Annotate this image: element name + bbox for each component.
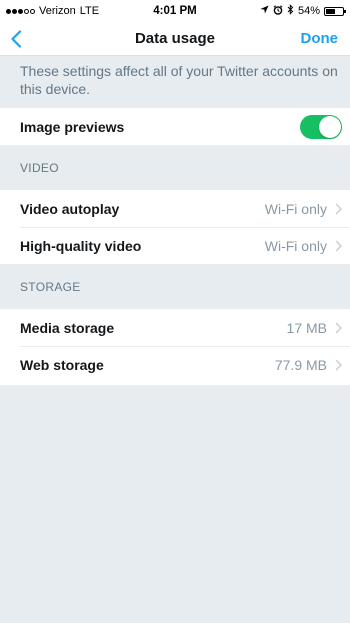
web-storage-row[interactable]: Web storage 77.9 MB xyxy=(0,346,350,383)
data-usage-screen: Verizon LTE 4:01 PM 54% Data usage Done xyxy=(0,0,350,623)
video-section-header: VIDEO xyxy=(0,145,350,190)
navigation-bar: Data usage Done xyxy=(0,22,350,56)
toggle-knob xyxy=(319,115,341,138)
battery-percent: 54% xyxy=(297,5,320,17)
media-storage-value: 17 MB xyxy=(286,319,327,336)
high-quality-video-row[interactable]: High-quality video Wi-Fi only xyxy=(0,227,350,264)
info-section: These settings affect all of your Twitte… xyxy=(0,56,350,108)
media-storage-row[interactable]: Media storage 17 MB xyxy=(0,309,350,346)
chevron-right-icon xyxy=(335,358,342,371)
chevron-right-icon xyxy=(335,202,342,215)
bluetooth-icon xyxy=(287,4,294,18)
image-previews-toggle[interactable] xyxy=(300,114,342,139)
video-autoplay-value: Wi-Fi only xyxy=(264,200,327,217)
high-quality-video-value: Wi-Fi only xyxy=(264,237,327,254)
battery-level xyxy=(326,8,335,14)
done-button[interactable]: Done xyxy=(301,30,341,47)
page-title: Data usage xyxy=(134,30,216,47)
video-autoplay-row[interactable]: Video autoplay Wi-Fi only xyxy=(0,190,350,227)
status-bar: Verizon LTE 4:01 PM 54% xyxy=(0,0,350,22)
chevron-right-icon xyxy=(335,239,342,252)
high-quality-video-label: High-quality video xyxy=(20,237,142,254)
location-icon xyxy=(260,5,269,17)
clock: 4:01 PM xyxy=(153,5,197,17)
chevron-right-icon xyxy=(335,321,342,334)
storage-section-header: STORAGE xyxy=(0,264,350,309)
status-left: Verizon LTE xyxy=(6,5,126,17)
media-storage-label: Media storage xyxy=(20,319,115,336)
video-autoplay-label: Video autoplay xyxy=(20,200,120,217)
network-type: LTE xyxy=(79,5,100,17)
signal-strength-icon xyxy=(6,8,35,14)
info-text: These settings affect all of your Twitte… xyxy=(20,63,338,97)
empty-background xyxy=(0,385,350,623)
status-right: 54% xyxy=(224,4,346,18)
web-storage-label: Web storage xyxy=(20,356,104,373)
battery-icon xyxy=(324,6,346,16)
back-button[interactable] xyxy=(10,29,22,48)
carrier-name: Verizon xyxy=(39,5,76,17)
image-previews-row: Image previews xyxy=(0,108,350,145)
web-storage-value: 77.9 MB xyxy=(274,356,327,373)
image-previews-label: Image previews xyxy=(20,118,125,135)
chevron-left-icon xyxy=(11,29,22,48)
alarm-icon xyxy=(273,4,283,18)
